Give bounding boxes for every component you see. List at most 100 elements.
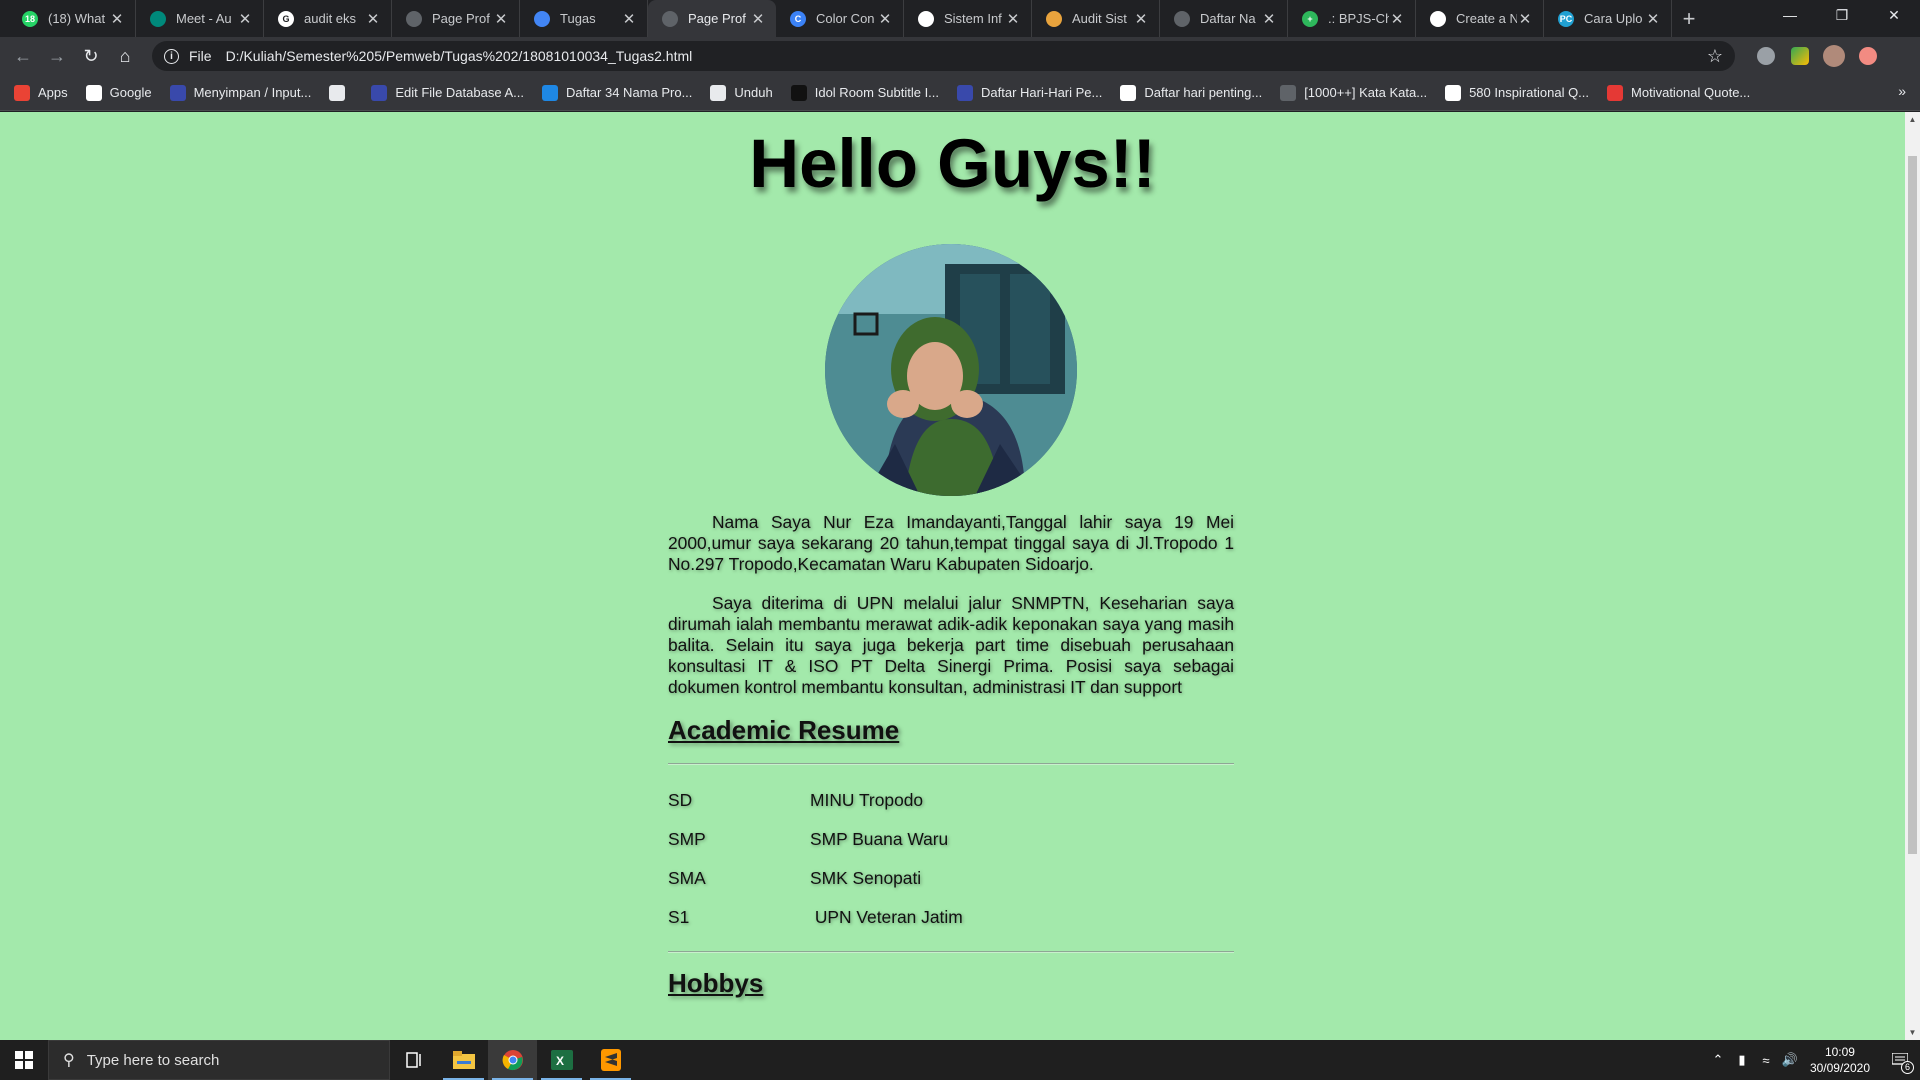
- tab-favicon-icon: +: [1302, 10, 1318, 27]
- bookmark-item[interactable]: [1000++] Kata Kata...: [1280, 84, 1427, 101]
- back-button[interactable]: ←: [6, 39, 40, 73]
- education-row: S1 UPN Veteran Jatim: [668, 898, 1234, 937]
- divider: [668, 951, 1234, 953]
- volume-icon[interactable]: 🔊: [1778, 1052, 1802, 1068]
- scroll-down-arrow[interactable]: ▼: [1905, 1025, 1920, 1040]
- browser-tab[interactable]: Daftar Na ✕: [1160, 0, 1288, 37]
- bookmark-item[interactable]: Apps: [14, 84, 68, 101]
- tab-favicon-icon: 18: [22, 10, 38, 27]
- browser-tab[interactable]: Audit Sist ✕: [1032, 0, 1160, 37]
- address-scheme: File: [189, 48, 212, 64]
- extension-icon[interactable]: [1749, 41, 1783, 71]
- minimize-button[interactable]: —: [1764, 0, 1816, 30]
- intro-paragraph: Nama Saya Nur Eza Imandayanti,Tanggal la…: [668, 512, 1234, 574]
- tab-close-icon[interactable]: ✕: [750, 10, 766, 28]
- bookmark-item[interactable]: Motivational Quote...: [1607, 84, 1751, 101]
- tab-favicon-icon: [662, 10, 678, 27]
- update-icon[interactable]: [1851, 41, 1885, 71]
- browser-tab[interactable]: C Color Con ✕: [776, 0, 904, 37]
- tab-close-icon[interactable]: ✕: [621, 10, 637, 28]
- browser-tab[interactable]: Page Prof ✕: [392, 0, 520, 37]
- bookmark-label: Motivational Quote...: [1631, 85, 1751, 100]
- bookmark-item[interactable]: Daftar 34 Nama Pro...: [541, 84, 693, 101]
- sublime-text-icon[interactable]: [586, 1040, 635, 1080]
- tab-close-icon[interactable]: ✕: [1645, 10, 1661, 28]
- browser-tab[interactable]: 18 (18) What ✕: [8, 0, 136, 37]
- bookmark-label: Google: [109, 85, 152, 100]
- bookmark-label: Edit File Database A...: [395, 85, 524, 100]
- tab-close-icon[interactable]: ✕: [1517, 10, 1533, 28]
- tab-title: Daftar Na: [1200, 11, 1256, 26]
- tab-close-icon[interactable]: ✕: [1261, 10, 1277, 28]
- wifi-icon[interactable]: ≈: [1754, 1053, 1778, 1068]
- profile-avatar[interactable]: [1817, 41, 1851, 71]
- tab-close-icon[interactable]: ✕: [493, 10, 509, 28]
- bookmarks-overflow-button[interactable]: »: [1898, 83, 1906, 99]
- page-scrollbar[interactable]: ▲ ▼: [1905, 112, 1920, 1040]
- education-school: UPN Veteran Jatim: [810, 907, 963, 927]
- bookmark-favicon-icon: [710, 84, 727, 101]
- chrome-icon[interactable]: [488, 1040, 537, 1080]
- education-level: SMP: [668, 829, 706, 849]
- restore-button[interactable]: ❐: [1816, 0, 1868, 30]
- close-window-button[interactable]: ✕: [1868, 0, 1920, 30]
- address-url[interactable]: D:/Kuliah/Semester%205/Pemweb/Tugas%202/…: [226, 48, 1707, 64]
- tab-close-icon[interactable]: ✕: [237, 10, 253, 28]
- tab-title: Page Prof: [688, 11, 746, 26]
- bookmark-favicon-icon: [1445, 84, 1462, 101]
- address-bar[interactable]: i File D:/Kuliah/Semester%205/Pemweb/Tug…: [152, 41, 1735, 71]
- tab-close-icon[interactable]: ✕: [877, 10, 893, 28]
- bookmark-label: Unduh: [734, 85, 773, 100]
- task-view-icon[interactable]: [390, 1040, 439, 1080]
- show-hidden-icons-icon[interactable]: ⌃: [1706, 1052, 1730, 1068]
- bookmark-item[interactable]: Daftar Hari-Hari Pe...: [957, 84, 1102, 101]
- bookmark-label: Menyimpan / Input...: [193, 85, 312, 100]
- browser-tab[interactable]: Meet - Au ✕: [136, 0, 264, 37]
- taskbar-clock[interactable]: 10:09 30/09/2020: [1810, 1044, 1870, 1076]
- start-button[interactable]: [0, 1040, 48, 1080]
- action-center-icon[interactable]: 6: [1880, 1040, 1920, 1080]
- bookmark-label: Daftar 34 Nama Pro...: [565, 85, 693, 100]
- browser-tab[interactable]: Sistem Inf ✕: [904, 0, 1032, 37]
- bookmark-favicon-icon: [957, 84, 974, 101]
- bookmark-item[interactable]: Unduh: [710, 84, 773, 101]
- extension-icon[interactable]: [1783, 41, 1817, 71]
- bookmark-star-icon[interactable]: ☆: [1707, 46, 1723, 67]
- bookmark-item[interactable]: Edit File Database A...: [371, 84, 524, 101]
- site-info-icon[interactable]: i: [164, 48, 179, 64]
- tab-title: .: BPJS-Ch: [1328, 11, 1389, 26]
- home-button[interactable]: ⌂: [108, 39, 142, 73]
- tab-close-icon[interactable]: ✕: [365, 10, 381, 28]
- excel-icon[interactable]: X: [537, 1040, 586, 1080]
- bookmark-item[interactable]: [329, 84, 353, 101]
- tab-close-icon[interactable]: ✕: [1133, 10, 1149, 28]
- new-tab-button[interactable]: +: [1672, 0, 1706, 37]
- file-explorer-icon[interactable]: [439, 1040, 488, 1080]
- scroll-up-arrow[interactable]: ▲: [1905, 112, 1920, 127]
- bookmark-item[interactable]: Daftar hari penting...: [1120, 84, 1263, 101]
- forward-button[interactable]: →: [40, 39, 74, 73]
- browser-tab[interactable]: Create a N ✕: [1416, 0, 1544, 37]
- browser-tab[interactable]: Page Prof ✕: [648, 0, 776, 37]
- bookmark-item[interactable]: Menyimpan / Input...: [169, 84, 312, 101]
- browser-tab[interactable]: Gaudit eks ✕: [264, 0, 392, 37]
- tab-favicon-icon: C: [790, 10, 806, 27]
- academic-resume-heading: Academic Resume: [668, 715, 900, 745]
- tab-close-icon[interactable]: ✕: [1005, 10, 1021, 28]
- tab-favicon-icon: [534, 10, 550, 27]
- tab-close-icon[interactable]: ✕: [109, 10, 125, 28]
- reload-button[interactable]: ↻: [74, 39, 108, 73]
- browser-tab[interactable]: + .: BPJS-Ch ✕: [1288, 0, 1416, 37]
- taskbar-search-box[interactable]: ⚲ Type here to search: [48, 1040, 390, 1080]
- battery-icon[interactable]: ▮: [1730, 1052, 1754, 1068]
- bookmark-label: Apps: [38, 85, 68, 100]
- bookmark-label: Daftar hari penting...: [1144, 85, 1263, 100]
- tab-strip: 18 (18) What ✕ Meet - Au ✕ Gaudit eks ✕ Page Pr…: [0, 0, 1920, 37]
- browser-tab[interactable]: Tugas ✕: [520, 0, 648, 37]
- browser-tab[interactable]: PC Cara Uplo ✕: [1544, 0, 1672, 37]
- tab-close-icon[interactable]: ✕: [1389, 10, 1405, 28]
- bookmark-item[interactable]: 580 Inspirational Q...: [1445, 84, 1589, 101]
- bookmark-item[interactable]: Google: [85, 84, 152, 101]
- scrollbar-thumb[interactable]: [1908, 156, 1917, 854]
- bookmark-item[interactable]: Idol Room Subtitle I...: [790, 84, 939, 101]
